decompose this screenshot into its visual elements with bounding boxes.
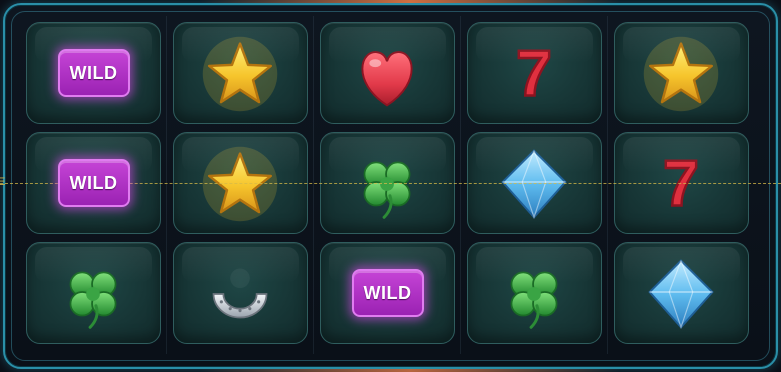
heart-icon [361,51,413,107]
wild-icon: WILD [351,269,424,317]
wild-label: WILD [69,172,118,193]
reel-separator [313,16,314,354]
star-icon [643,36,719,112]
reel-cell-r3-c2 [173,242,308,344]
reel-cell-r3-c3: WILD [320,242,455,344]
reel-cell-r3-c5 [614,242,749,344]
reel-separator [460,16,461,354]
payline-label: E [0,176,7,188]
reel-cell-r1-c4: 7 [467,22,602,124]
reel-cell-r1-c2 [173,22,308,124]
reel-cell-r3-c4 [467,242,602,344]
reel-cell-r1-c5 [614,22,749,124]
horseshoe-icon [212,268,268,319]
wild-icon: WILD [57,49,130,97]
wild-label: WILD [363,282,412,303]
clover-icon [69,271,117,329]
star-icon [202,36,278,112]
clover-icon [510,271,558,329]
reel-separator [166,16,167,354]
frame-top-glow [200,0,620,3]
wild-icon: WILD [57,159,130,207]
seven-label: 7 [516,37,552,110]
reel-cell-r1-c1: WILD [26,22,161,124]
diamond-icon [648,259,714,330]
reel-cell-r3-c1 [26,242,161,344]
reel-separator [607,16,608,354]
wild-label: WILD [69,62,118,83]
seven-icon: 7 [515,35,553,110]
reel-cell-r1-c3 [320,22,455,124]
